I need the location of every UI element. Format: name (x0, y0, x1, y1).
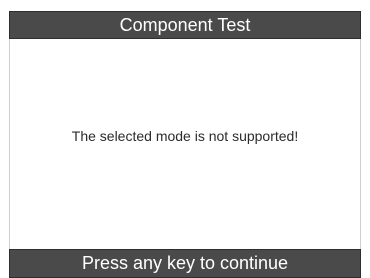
continue-prompt-label: Press any key to continue (81, 253, 289, 273)
title-bar: Component Test (9, 11, 361, 39)
status-message: The selected mode is not supported! (71, 128, 299, 144)
page-title: Component Test (119, 15, 251, 35)
message-panel: The selected mode is not supported! (9, 39, 361, 249)
device-screen: Component Test The selected mode is not … (0, 0, 370, 278)
continue-prompt-bar[interactable]: Press any key to continue (9, 249, 361, 278)
